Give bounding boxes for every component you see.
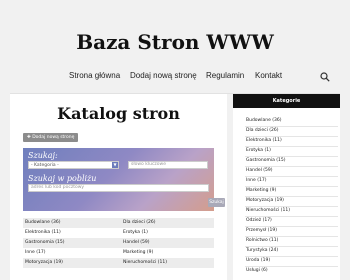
category-row: Gastronomia (15) Handel (59) (23, 238, 214, 248)
sidebar-item-przemysl[interactable]: Przemysł (19) (246, 228, 277, 233)
category-link[interactable]: Marketing (9) (123, 248, 153, 258)
address-input[interactable]: adres lub kod pocztowy (28, 184, 209, 192)
category-link[interactable]: Gastronomia (15) (25, 238, 65, 248)
sidebar-header: Kategorie (233, 94, 340, 108)
category-row: Inne (17) Marketing (9) (23, 248, 214, 258)
nearby-search-title: Szukaj w pobliżu (28, 174, 97, 183)
sidebar-item-motoryzacja[interactable]: Motoryzacja (19) (246, 198, 284, 203)
sidebar: Kategorie Budowlane (36) Dla dzieci (26)… (233, 94, 340, 280)
divider (245, 196, 338, 197)
sidebar-item-dla-dzieci[interactable]: Dla dzieci (26) (246, 128, 279, 133)
sidebar-item-elektronika[interactable]: Elektronika (11) (246, 138, 282, 143)
divider (245, 266, 338, 267)
sidebar-item-gastronomia[interactable]: Gastronomia (15) (246, 158, 286, 163)
category-link[interactable]: Inne (17) (25, 248, 45, 258)
nav-home[interactable]: Strona główna (69, 71, 120, 80)
divider (245, 166, 338, 167)
sidebar-item-erotyka[interactable]: Erotyka (1) (246, 148, 271, 153)
sidebar-item-nieruchomosci[interactable]: Nieruchomości (11) (246, 208, 290, 213)
category-link[interactable]: Elektronika (11) (25, 228, 61, 238)
chevron-down-icon[interactable]: ▼ (112, 162, 118, 168)
site-title[interactable]: Baza Stron WWW (0, 30, 350, 54)
sidebar-item-turystyka[interactable]: Turystyka (24) (246, 248, 278, 253)
search-title: Szukaj: (28, 151, 58, 160)
category-link[interactable]: Budowlane (36) (25, 218, 61, 228)
divider (245, 136, 338, 137)
divider (245, 256, 338, 257)
category-link[interactable]: Nieruchomości (11) (123, 258, 167, 268)
search-icon[interactable] (320, 72, 330, 82)
category-row: Budowlane (36) Dla dzieci (26) (23, 218, 214, 228)
category-select[interactable]: - Kategoria - ▼ (28, 161, 119, 169)
nav-add-site[interactable]: Dodaj nową stronę (130, 71, 197, 80)
sidebar-item-uroda[interactable]: Uroda (19) (246, 258, 270, 263)
nav-rules[interactable]: Regulamin (206, 71, 244, 80)
divider (245, 236, 338, 237)
nav-contact[interactable]: Kontakt (255, 71, 282, 80)
sidebar-item-rolnictwo[interactable]: Rolnictwo (11) (246, 238, 278, 243)
divider (245, 216, 338, 217)
divider (245, 206, 338, 207)
category-select-value: - Kategoria - (31, 163, 59, 168)
sidebar-item-odziez[interactable]: Odzież (17) (246, 218, 272, 223)
sidebar-item-marketing[interactable]: Marketing (9) (246, 188, 276, 193)
sidebar-item-budowlane[interactable]: Budowlane (36) (246, 118, 282, 123)
divider (245, 146, 338, 147)
sidebar-item-uslugi[interactable]: Usługi (6) (246, 268, 268, 273)
category-link[interactable]: Handel (59) (123, 238, 150, 248)
page-title: Katalog stron (57, 104, 180, 123)
divider (245, 176, 338, 177)
divider (245, 156, 338, 157)
search-panel: Szukaj: - Kategoria - ▼ słowo kluczowe S… (23, 148, 225, 211)
sidebar-item-inne[interactable]: Inne (17) (246, 178, 266, 183)
main-content: Katalog stron ✚ Dodaj nową stronę Szukaj… (10, 94, 227, 280)
divider (245, 186, 338, 187)
main-nav: Strona główna Dodaj nową stronę Regulami… (0, 71, 350, 83)
divider (245, 246, 338, 247)
category-link[interactable]: Motoryzacja (19) (25, 258, 63, 268)
search-button[interactable]: Szukaj (208, 198, 225, 207)
keyword-input[interactable]: słowo kluczowe (128, 161, 208, 169)
category-row: Elektronika (11) Erotyka (1) (23, 228, 214, 238)
add-site-button[interactable]: ✚ Dodaj nową stronę (23, 133, 79, 142)
category-row: Motoryzacja (19) Nieruchomości (11) (23, 258, 214, 268)
divider (245, 126, 338, 127)
category-link[interactable]: Erotyka (1) (123, 228, 148, 238)
category-link[interactable]: Dla dzieci (26) (123, 218, 156, 228)
sidebar-item-handel[interactable]: Handel (59) (246, 168, 273, 173)
divider (245, 226, 338, 227)
